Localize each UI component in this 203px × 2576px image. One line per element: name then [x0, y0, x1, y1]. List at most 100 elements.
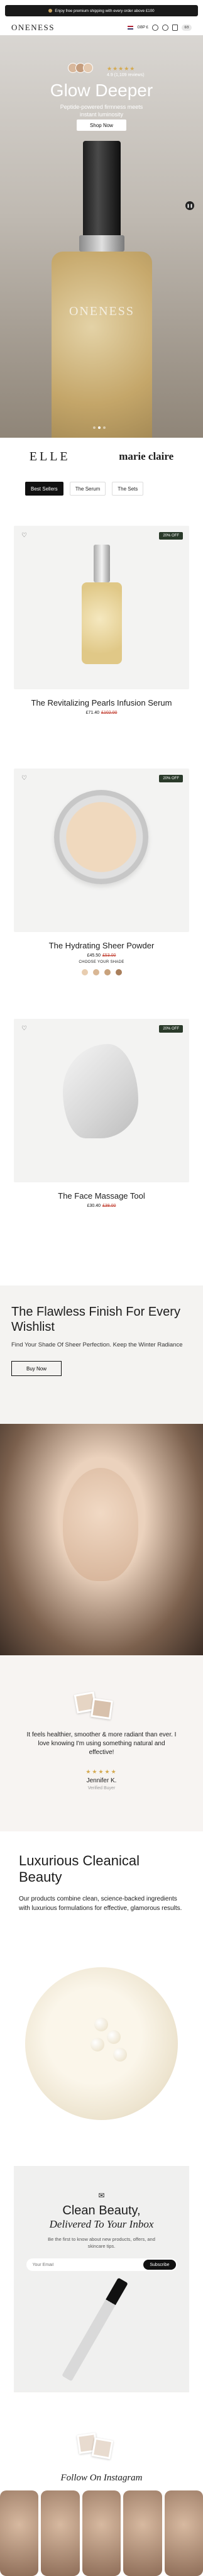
- hero-banner: ★★★★★ 4.9 (1,109 reviews) Glow Deeper Pe…: [0, 35, 203, 438]
- product-image[interactable]: ♡ 20% OFF: [14, 769, 189, 932]
- instagram-post[interactable]: [123, 2490, 162, 2576]
- buy-now-button[interactable]: Buy Now: [11, 1361, 62, 1376]
- reviewer-name: Jennifer K.: [86, 1777, 117, 1784]
- luxurious-section: Luxurious Cleanical Beauty Our products …: [0, 1831, 203, 1913]
- newsletter-form: Subscribe: [26, 2258, 177, 2271]
- pearl: [113, 2048, 127, 2062]
- tab-the-serum[interactable]: The Serum: [69, 482, 106, 496]
- cart-icon[interactable]: [172, 25, 178, 31]
- announcement-bar: Enjoy free premium shipping with every o…: [5, 5, 198, 16]
- instagram-post[interactable]: [41, 2490, 80, 2576]
- subscribe-button[interactable]: Subscribe: [143, 2260, 176, 2270]
- newsletter-title: Clean Beauty,: [62, 2204, 141, 2218]
- product-title[interactable]: The Face Massage Tool: [14, 1191, 189, 1201]
- tab-best-sellers[interactable]: Best Sellers: [25, 482, 63, 496]
- mail-icon: ✉: [98, 2191, 105, 2200]
- photo: [91, 1697, 113, 1720]
- avatar: [83, 63, 93, 73]
- collection-tabs: Best Sellers The Serum The Sets: [25, 482, 144, 496]
- instagram-feed: [0, 2490, 203, 2576]
- discount-badge: 20% OFF: [159, 775, 183, 782]
- models-image: [0, 1424, 203, 1655]
- pearl: [107, 2030, 121, 2044]
- bottle-collar: [79, 235, 124, 252]
- product-title[interactable]: The Revitalizing Pearls Infusion Serum: [14, 698, 189, 708]
- bottle-body: [52, 252, 152, 438]
- product-price: £71.40 £102.00: [85, 711, 118, 715]
- instagram-post[interactable]: [0, 2490, 39, 2576]
- site-header: ONENESS GBP £ 0/3: [5, 20, 198, 35]
- announcement-text: Enjoy free premium shipping with every o…: [55, 8, 155, 13]
- gua-sha-shape: [63, 1044, 138, 1138]
- currency-selector[interactable]: GBP £: [137, 26, 148, 30]
- product-image[interactable]: ♡ 20% OFF: [14, 1019, 189, 1182]
- newsletter: ✉ Clean Beauty, Delivered To Your Inbox …: [14, 2166, 189, 2392]
- flag-icon[interactable]: [128, 26, 134, 30]
- shade-swatch[interactable]: [104, 969, 111, 975]
- rewards-badge[interactable]: 0/3: [182, 25, 192, 31]
- account-icon[interactable]: [162, 25, 168, 31]
- wishlist-heart-icon[interactable]: ♡: [21, 532, 27, 539]
- shade-label: CHOOSE YOUR SHADE: [79, 960, 124, 964]
- pearl: [91, 2038, 104, 2051]
- product-image[interactable]: ♡ 20% OFF: [14, 526, 189, 689]
- flawless-section: The Flawless Finish For Every Wishlist F…: [0, 1285, 203, 1424]
- makeup-brush-image: [62, 2277, 128, 2382]
- newsletter-body: Be the first to know about new products,…: [48, 2236, 155, 2249]
- instagram-title: Follow On Instagram: [60, 2473, 143, 2483]
- product-title[interactable]: The Hydrating Sheer Powder: [14, 941, 189, 951]
- powder-compact-shape: [54, 790, 148, 884]
- search-icon[interactable]: [152, 25, 158, 31]
- wishlist-heart-icon[interactable]: ♡: [21, 775, 27, 782]
- shade-swatch[interactable]: [81, 969, 88, 975]
- rating-stars: ★★★★★: [107, 65, 136, 72]
- flawless-body: Find Your Shade Of Sheer Perfection. Kee…: [11, 1341, 183, 1348]
- product-card[interactable]: ♡ 20% OFF The Revitalizing Pearls Infusi…: [14, 526, 189, 715]
- serum-drop-image: [25, 1967, 178, 2120]
- play-pause-icon[interactable]: ❚❚: [185, 201, 194, 210]
- verified-label: Verified Buyer: [87, 1786, 116, 1790]
- discount-badge: 20% OFF: [159, 532, 183, 540]
- shade-swatch[interactable]: [92, 969, 99, 975]
- discount-badge: 20% OFF: [159, 1025, 183, 1033]
- customer-avatars: [68, 63, 93, 73]
- model-face: [63, 1468, 138, 1581]
- carousel-dots: [93, 426, 106, 429]
- tab-the-sets[interactable]: The Sets: [112, 482, 144, 496]
- instagram-section: Follow On Instagram: [0, 2428, 203, 2576]
- carousel-dot[interactable]: [98, 426, 101, 429]
- carousel-dot[interactable]: [103, 426, 106, 429]
- serum-product-shape: [82, 545, 122, 664]
- pearl: [94, 2018, 108, 2031]
- brand-logo[interactable]: ONENESS: [11, 23, 55, 33]
- shop-now-button[interactable]: Shop Now: [77, 119, 126, 131]
- testimonial: It feels healthier, smoother & more radi…: [0, 1655, 203, 1831]
- product-card[interactable]: ♡ 20% OFF The Face Massage Tool £30.40 £3…: [14, 1019, 189, 1208]
- email-field[interactable]: [32, 2262, 108, 2267]
- gift-icon: [48, 9, 53, 13]
- product-price: £30.40 £38.00: [87, 1204, 116, 1208]
- press-logos: ELLE marie claire: [0, 444, 203, 469]
- shade-swatches: [14, 969, 189, 975]
- wishlist-heart-icon[interactable]: ♡: [21, 1025, 27, 1032]
- serum-bottle-image: ONENESS: [52, 141, 152, 438]
- dropper-cap: [83, 141, 121, 248]
- marie-claire-logo: marie claire: [119, 450, 174, 462]
- instagram-post[interactable]: [164, 2490, 203, 2576]
- testimonial-stars: ★★★★★: [85, 1768, 118, 1775]
- hero-headline: Glow Deeper: [50, 80, 153, 100]
- product-price: £45.50 £53.00: [87, 953, 116, 958]
- flawless-title: The Flawless Finish For Every Wishlist: [11, 1305, 180, 1334]
- elle-logo: ELLE: [29, 449, 70, 464]
- testimonial-quote: It feels healthier, smoother & more radi…: [26, 1731, 177, 1756]
- luxurious-body: Our products combine clean, science-back…: [19, 1896, 182, 1912]
- luxurious-title: Luxurious Cleanical Beauty: [19, 1853, 140, 1885]
- bottle-brand-text: ONENESS: [69, 304, 134, 318]
- instagram-post[interactable]: [82, 2490, 121, 2576]
- header-actions: GBP £ 0/3: [128, 25, 192, 31]
- rating-text: 4.9 (1,109 reviews): [107, 73, 145, 77]
- carousel-dot[interactable]: [93, 426, 96, 429]
- product-card[interactable]: ♡ 20% OFF The Hydrating Sheer Powder £45…: [14, 769, 189, 975]
- photo: [91, 2437, 114, 2460]
- shade-swatch[interactable]: [115, 969, 122, 975]
